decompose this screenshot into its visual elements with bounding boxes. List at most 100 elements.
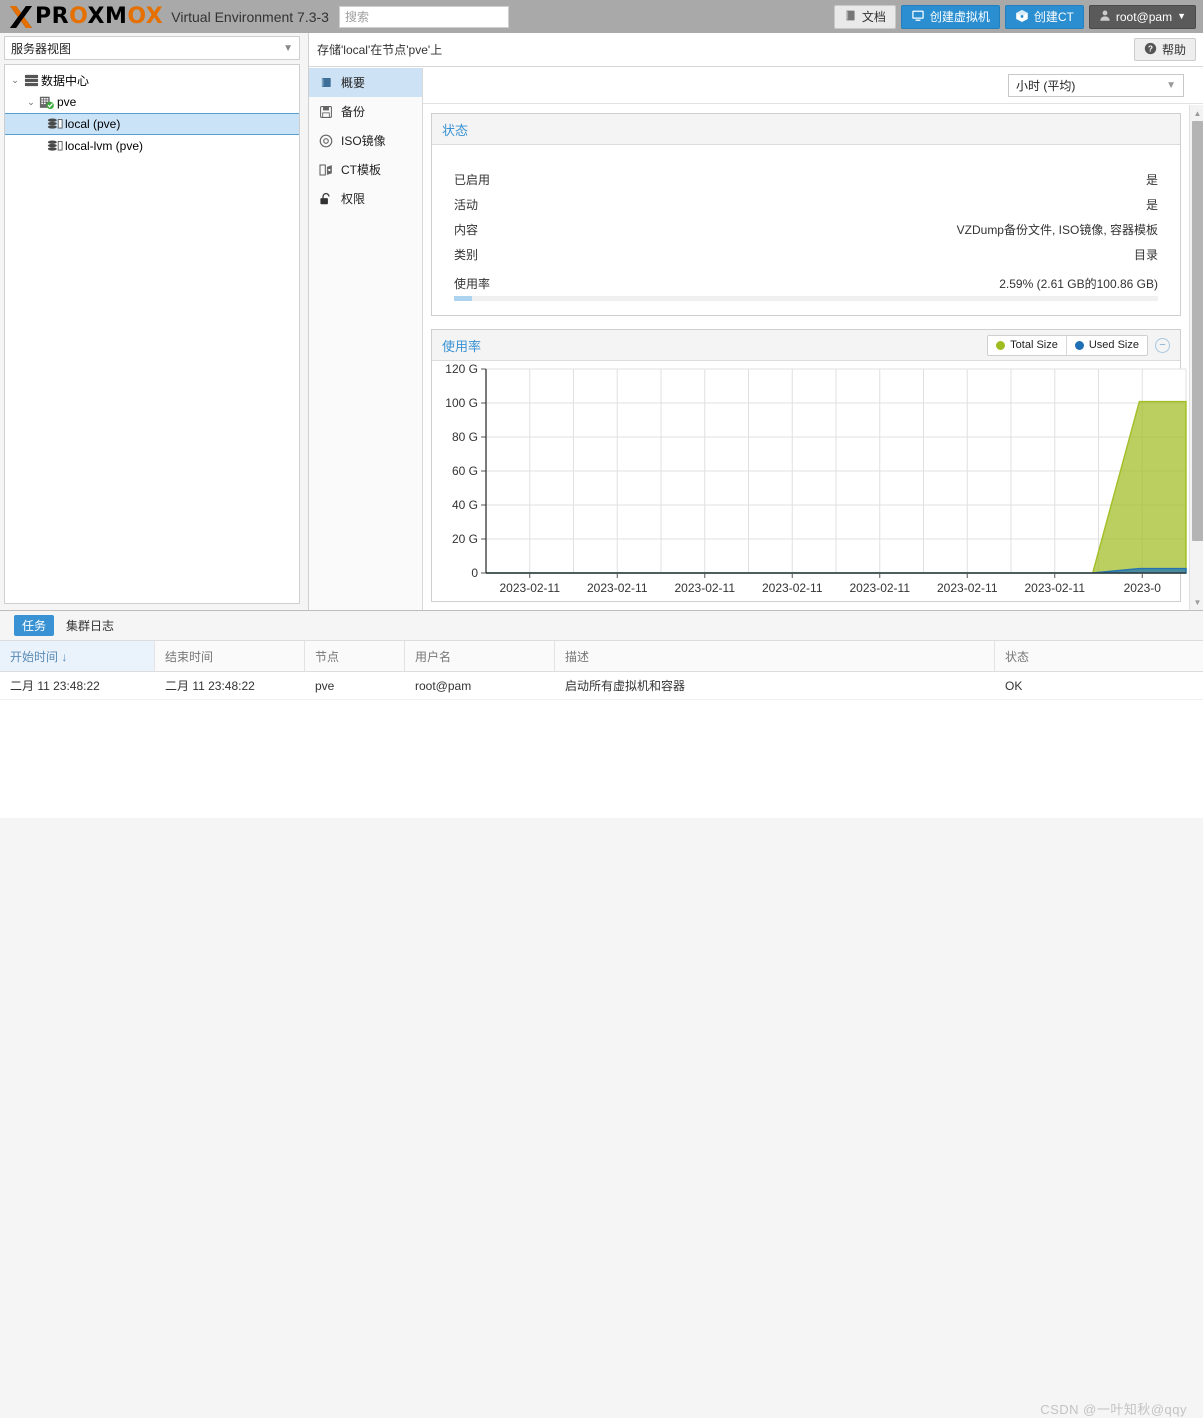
status-row-active: 活动 是 [454, 192, 1158, 217]
cell-description: 启动所有虚拟机和容器 [565, 679, 686, 693]
content-scrollbar[interactable]: ▲ ▼ [1189, 105, 1203, 610]
status-panel-header: 状态 [432, 114, 1180, 145]
docs-button-label: 文档 [861, 10, 886, 24]
svg-text:2023-02-11: 2023-02-11 [762, 581, 823, 595]
nav-item-label: CT模板 [341, 163, 381, 177]
status-row-value: 目录 [1133, 248, 1158, 262]
proxmox-wordmark: PROXMOX [35, 4, 163, 29]
legend-color-dot [1074, 340, 1084, 350]
legend-label: Total Size [1010, 339, 1058, 351]
disc-icon [318, 134, 334, 148]
chart-svg: 0 20 G 40 G 60 G 80 G 100 G 120 G 2023-02-11 202… [445, 362, 1187, 595]
proxmox-logo[interactable]: PROXMOX [0, 4, 163, 29]
legend-color-dot [996, 340, 1006, 350]
svg-text:0: 0 [471, 566, 478, 580]
topbar-actions: 文档 创建虚拟机 创建CT root@pam ▼ [833, 4, 1203, 29]
main-pane: 小时 (平均) ▼ 状态 已启用 是 活动 是 内容 VZDump备份文件, I… [423, 68, 1203, 610]
bottom-tabs: 任务 集群日志 [0, 611, 1203, 641]
timerange-select[interactable]: 小时 (平均) ▼ [1008, 74, 1184, 97]
create-ct-button[interactable]: 创建CT [1004, 4, 1084, 29]
view-selector[interactable]: 服务器视图 ▼ [4, 36, 300, 60]
column-header-status[interactable]: 状态 [995, 641, 1203, 671]
range-row: 小时 (平均) ▼ [423, 68, 1203, 104]
tree-item-label: pve [57, 95, 77, 109]
usage-chart[interactable]: 0 20 G 40 G 60 G 80 G 100 G 120 G 2023-02-11 202… [432, 361, 1187, 601]
scrollbar-thumb[interactable] [1192, 121, 1203, 541]
legend-item-used-size[interactable]: Used Size [1065, 335, 1147, 355]
scroll-up-arrow-icon[interactable]: ▲ [1190, 105, 1203, 121]
tree-item-datacenter[interactable]: ⌄ 数据中心 [5, 69, 299, 91]
scroll-down-arrow-icon[interactable]: ▼ [1190, 594, 1203, 610]
nav-item-label: 备份 [341, 105, 366, 119]
template-icon [318, 163, 334, 177]
column-header-start-time[interactable]: 开始时间 ↓ [0, 641, 155, 671]
svg-text:2023-02-11: 2023-02-11 [587, 581, 648, 595]
table-row[interactable]: 二月 11 23:48:22 二月 11 23:48:22 pve root@p… [0, 672, 1203, 700]
summary-icon [318, 76, 334, 89]
cell-node: pve [315, 678, 335, 693]
chevron-down-icon: ▼ [283, 42, 293, 54]
column-header-node[interactable]: 节点 [305, 641, 405, 671]
status-row-value: 是 [1145, 173, 1158, 187]
resource-tree: ⌄ 数据中心 ⌄ pve local (pve) local-lvm (pve) [4, 64, 300, 604]
column-label: 用户名 [415, 649, 452, 664]
user-icon [1099, 9, 1111, 24]
nav-item-permissions[interactable]: 权限 [309, 184, 422, 213]
column-header-description[interactable]: 描述 [555, 641, 995, 671]
status-row-key: 内容 [454, 223, 479, 237]
svg-text:2023-02-11: 2023-02-11 [850, 581, 911, 595]
column-header-username[interactable]: 用户名 [405, 641, 555, 671]
column-label: 开始时间 ↓ [10, 649, 68, 664]
minus-circle-icon[interactable]: − [1155, 337, 1170, 353]
usage-chart-panel: 使用率 Total Size Used Size − 0 20 G 40 G 6… [431, 329, 1187, 602]
svg-text:2023-02-11: 2023-02-11 [937, 581, 998, 595]
user-menu-button[interactable]: root@pam ▼ [1088, 4, 1196, 29]
proxmox-x-icon [10, 5, 32, 28]
legend-box: Total Size Used Size [987, 334, 1148, 356]
docs-button[interactable]: 文档 [833, 4, 896, 29]
content-area: 存储'local'在节点'pve'上 ? 帮助 概要 备份 ISO镜像 CT模板… [308, 33, 1203, 610]
svg-text:80 G: 80 G [452, 430, 478, 444]
tab-label: 任务 [22, 619, 47, 633]
storage-icon [45, 117, 65, 132]
view-selector-label: 服务器视图 [11, 41, 72, 56]
help-button-label: 帮助 [1161, 43, 1186, 57]
create-vm-button[interactable]: 创建虚拟机 [900, 4, 1000, 29]
tab-cluster-log[interactable]: 集群日志 [58, 615, 122, 636]
create-vm-label: 创建虚拟机 [929, 10, 990, 24]
tree-item-pve[interactable]: ⌄ pve [5, 91, 299, 113]
chevron-down-icon: ▼ [1177, 11, 1186, 21]
usage-block: 使用率 2.59% (2.61 GB的100.86 GB) [454, 275, 1158, 301]
nav-item-ct-templates[interactable]: CT模板 [309, 155, 422, 184]
expand-arrow-icon[interactable]: ⌄ [9, 75, 21, 86]
bottom-panel: 任务 集群日志 开始时间 ↓ 结束时间 节点 用户名 描述 状态 二月 11 2… [0, 610, 1203, 1417]
expand-arrow-icon[interactable]: ⌄ [25, 97, 37, 108]
nav-item-backup[interactable]: 备份 [309, 97, 422, 126]
storage-icon [45, 139, 65, 154]
search-input[interactable] [338, 5, 509, 28]
usage-row: 使用率 2.59% (2.61 GB的100.86 GB) [454, 275, 1158, 292]
help-button[interactable]: ? 帮助 [1133, 38, 1196, 61]
column-label: 描述 [565, 649, 590, 664]
nav-item-iso-images[interactable]: ISO镜像 [309, 126, 422, 155]
tree-item-label: local-lvm (pve) [65, 139, 144, 153]
cell-start-time: 二月 11 23:48:22 [10, 679, 100, 693]
svg-text:2023-02-11: 2023-02-11 [500, 581, 561, 595]
nav-item-label: 权限 [341, 192, 366, 206]
status-panel-body: 已启用 是 活动 是 内容 VZDump备份文件, ISO镜像, 容器模板 类别… [432, 145, 1180, 315]
chevron-down-icon: ▼ [1166, 80, 1176, 91]
status-row-enabled: 已启用 是 [454, 167, 1158, 192]
tree-item-local[interactable]: local (pve) [5, 113, 299, 135]
tab-tasks[interactable]: 任务 [14, 615, 55, 636]
nav-item-label: 概要 [341, 76, 366, 90]
svg-text:2023-02-11: 2023-02-11 [1025, 581, 1086, 595]
svg-text:2023-02-11: 2023-02-11 [675, 581, 736, 595]
nav-item-summary[interactable]: 概要 [309, 68, 422, 97]
status-row-value: VZDump备份文件, ISO镜像, 容器模板 [956, 223, 1158, 237]
cube-icon [1015, 9, 1029, 25]
column-header-end-time[interactable]: 结束时间 [155, 641, 305, 671]
tree-item-local-lvm[interactable]: local-lvm (pve) [5, 135, 299, 157]
tab-label: 集群日志 [66, 619, 115, 633]
column-label: 结束时间 [165, 649, 214, 664]
legend-item-total-size[interactable]: Total Size [988, 336, 1066, 355]
